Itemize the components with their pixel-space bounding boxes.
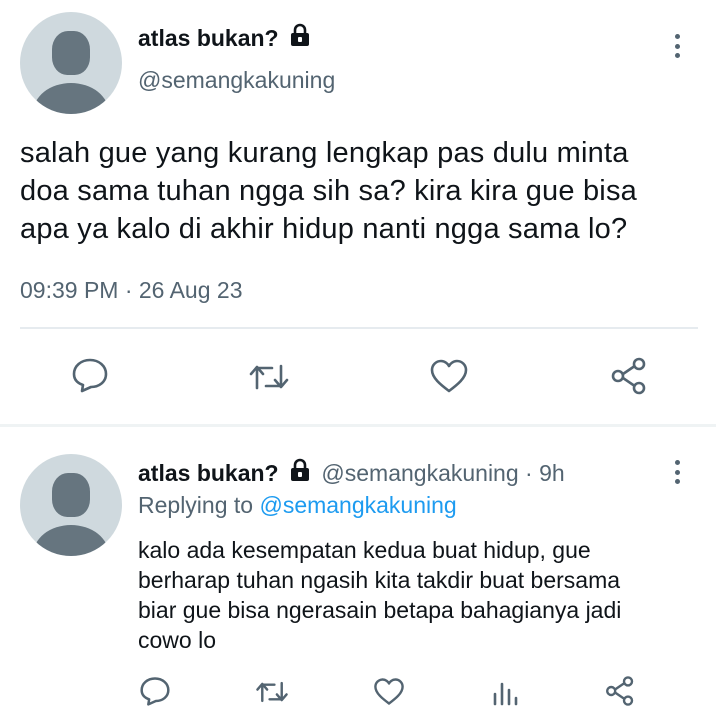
like-icon[interactable] xyxy=(429,358,469,394)
more-vertical-icon[interactable] xyxy=(672,34,682,58)
author-name-row[interactable]: atlas bukan? xyxy=(138,23,311,53)
more-vertical-icon[interactable] xyxy=(672,460,682,484)
divider xyxy=(0,424,716,427)
lock-icon xyxy=(289,458,311,488)
reply-header[interactable]: atlas bukan? @semangkakuning · 9h xyxy=(138,458,565,488)
display-name[interactable]: atlas bukan? xyxy=(138,460,279,486)
tweet-text: salah gue yang kurang lengkap pas dulu m… xyxy=(20,134,637,248)
retweet-icon[interactable] xyxy=(248,360,290,394)
divider xyxy=(20,327,698,329)
reply-text-line: biar gue bisa ngerasain betapa bahagiany… xyxy=(138,597,622,623)
reply-text: kalo ada kesempatan kedua buat hidup, gu… xyxy=(138,535,621,655)
display-name[interactable]: atlas bukan? xyxy=(138,25,279,51)
tweet-text-line: doa sama tuhan ngga sih sa? kira kira gu… xyxy=(20,175,637,207)
lock-icon xyxy=(289,23,311,53)
handle-and-time[interactable]: @semangkakuning · 9h xyxy=(321,460,564,486)
avatar[interactable] xyxy=(20,12,122,114)
reply-text-line: berharap tuhan ngasih kita takdir buat b… xyxy=(138,567,621,593)
share-icon[interactable] xyxy=(609,356,649,396)
tweet-text-line: salah gue yang kurang lengkap pas dulu m… xyxy=(20,137,629,169)
reply-icon[interactable] xyxy=(139,676,171,706)
analytics-icon[interactable] xyxy=(491,678,521,706)
author-handle[interactable]: @semangkakuning xyxy=(138,66,335,94)
retweet-icon[interactable] xyxy=(255,678,289,706)
avatar[interactable] xyxy=(20,454,122,556)
replying-to-label: Replying to xyxy=(138,492,254,518)
reply-text-line: kalo ada kesempatan kedua buat hidup, gu… xyxy=(138,537,591,563)
replying-to-handle[interactable]: @semangkakuning xyxy=(259,492,456,518)
replying-to: Replying to @semangkakuning xyxy=(138,491,457,519)
reply-icon[interactable] xyxy=(71,357,109,393)
tweet-text-line: apa ya kalo di akhir hidup nanti ngga sa… xyxy=(20,213,628,245)
tweet-timestamp[interactable]: 09:39 PM · 26 Aug 23 xyxy=(20,276,243,304)
reply-text-line: cowo lo xyxy=(138,627,216,653)
share-icon[interactable] xyxy=(604,675,636,707)
like-icon[interactable] xyxy=(373,677,405,706)
